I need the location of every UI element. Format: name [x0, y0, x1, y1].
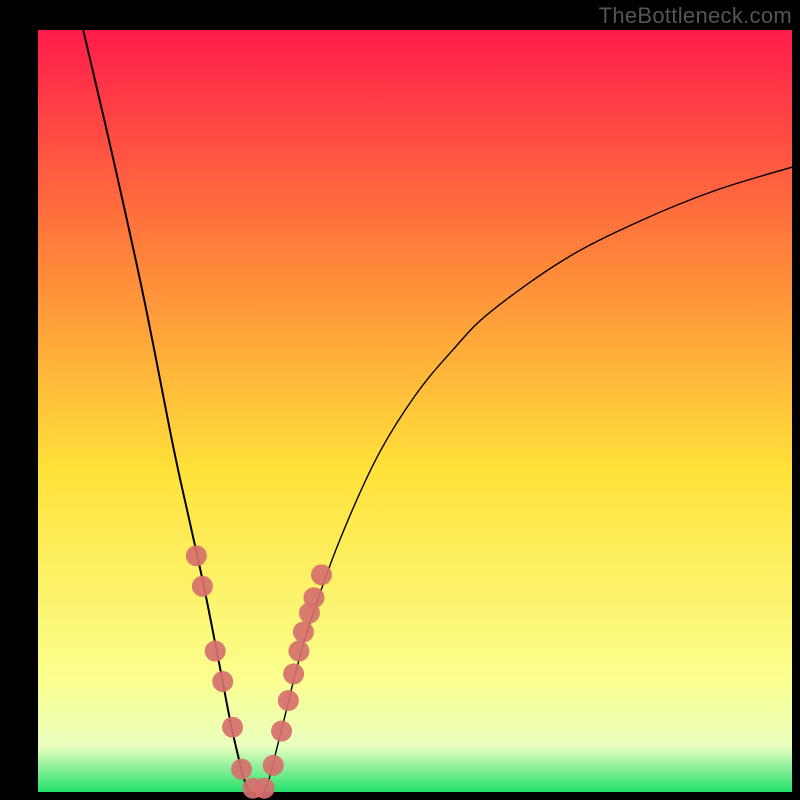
- curve-marker: [263, 755, 284, 776]
- curve-marker: [311, 564, 332, 585]
- curve-marker: [222, 717, 243, 738]
- curve-marker: [254, 778, 275, 799]
- curve-marker: [271, 721, 292, 742]
- plot-background: [38, 30, 792, 792]
- curve-marker: [186, 545, 207, 566]
- curve-marker: [192, 576, 213, 597]
- curve-marker: [303, 587, 324, 608]
- watermark-text: TheBottleneck.com: [599, 3, 792, 29]
- curve-marker: [293, 621, 314, 642]
- chart-wrapper: TheBottleneck.com: [0, 0, 800, 800]
- bottleneck-plot: [0, 0, 800, 800]
- curve-marker: [212, 671, 233, 692]
- curve-marker: [288, 641, 309, 662]
- curve-marker: [205, 641, 226, 662]
- curve-marker: [278, 690, 299, 711]
- curve-marker: [231, 759, 252, 780]
- curve-marker: [283, 663, 304, 684]
